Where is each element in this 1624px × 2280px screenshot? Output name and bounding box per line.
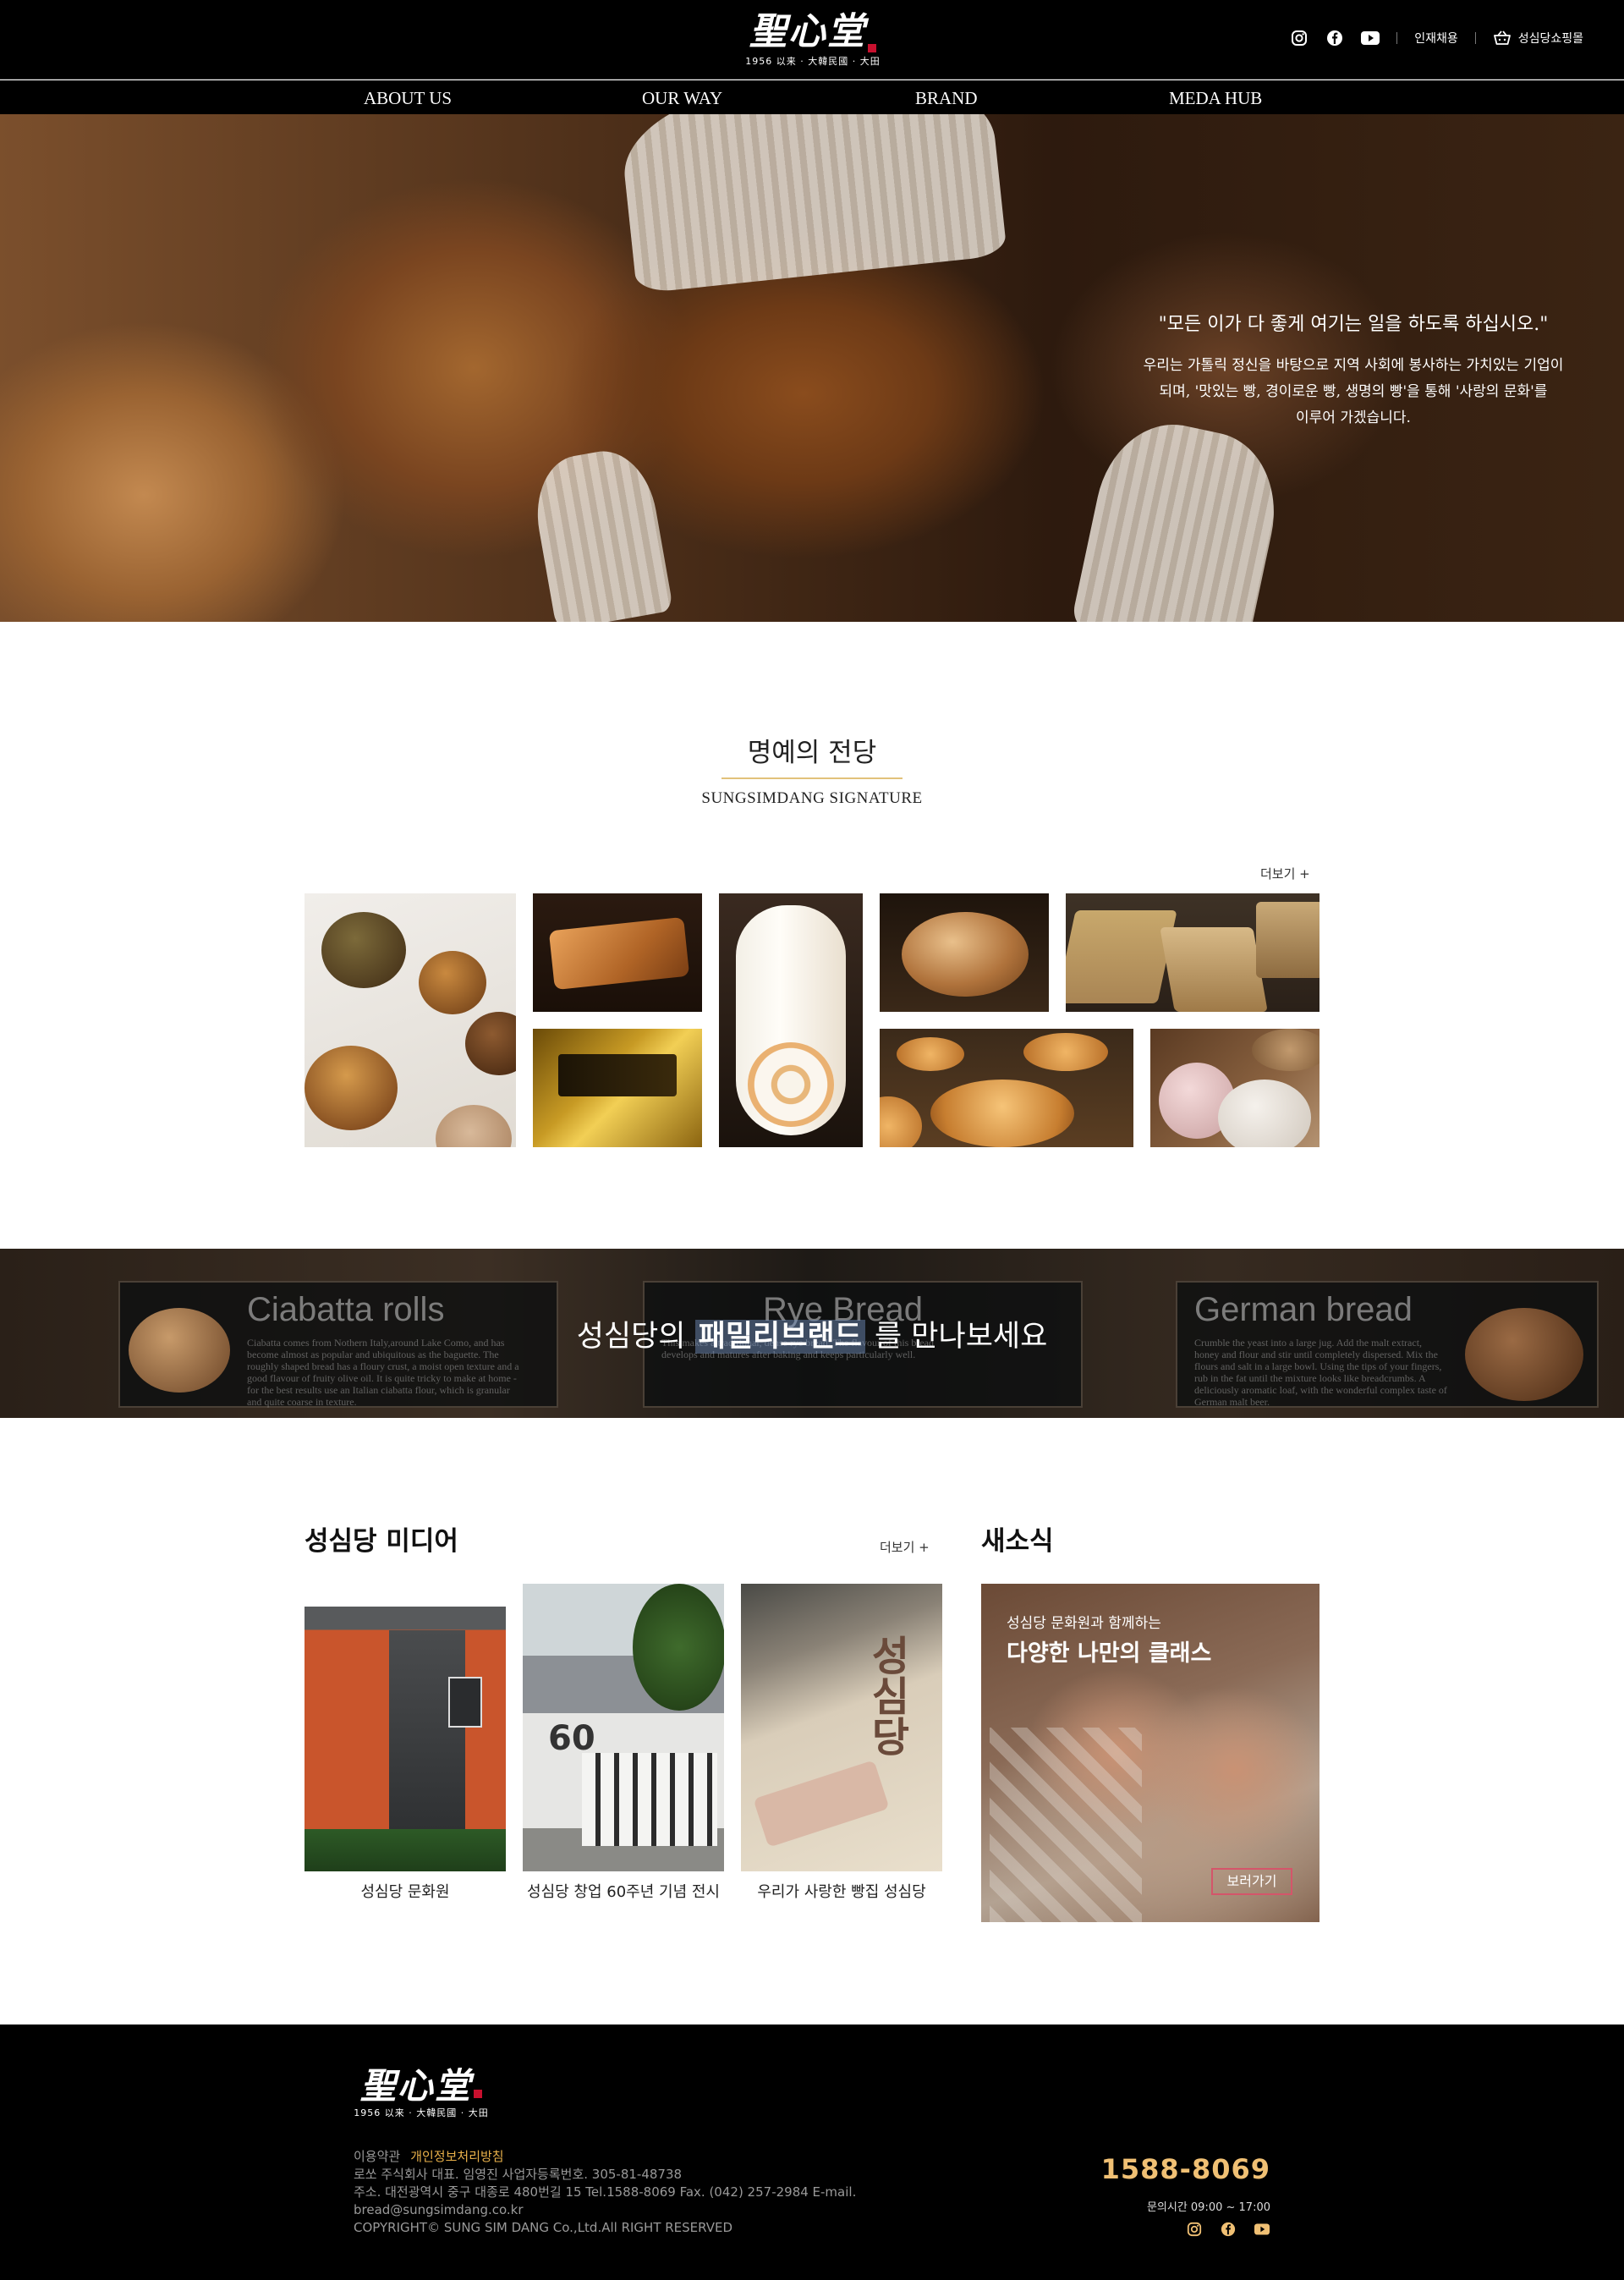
main-nav: ABOUT US OUR WAY BRAND MEDA HUB	[0, 80, 1624, 114]
youtube-icon[interactable]	[1361, 29, 1380, 47]
signature-tile-gold-box[interactable]	[533, 1029, 702, 1147]
shop-link[interactable]: 성심당쇼핑몰	[1493, 30, 1583, 47]
logo-mark[interactable]: 聖心堂	[749, 10, 866, 53]
family-brand-banner[interactable]: Ciabatta rolls Ciabatta comes from Nothe…	[0, 1249, 1624, 1418]
footer-links: 이용약관 개인정보처리방침	[354, 2148, 856, 2166]
footer-logo[interactable]: 聖心堂 1956 以来 · 大韓民國 · 大田	[354, 2067, 489, 2119]
instagram-icon[interactable]	[1186, 2221, 1203, 2238]
basket-icon	[1493, 30, 1511, 45]
privacy-policy-link[interactable]: 개인정보처리방침	[410, 2149, 503, 2164]
muffin-liner	[1070, 411, 1290, 622]
hero-quote: "모든 이가 다 좋게 여기는 일을 하도록 하십시오."	[1158, 314, 1549, 335]
facebook-icon[interactable]	[1325, 29, 1344, 47]
hero-body-line: 우리는 가톨릭 정신을 바탕으로 지역 사회에 봉사하는 가치있는 기업이	[1143, 357, 1564, 374]
signature-heading: 명예의 전당 SUNGSIMDANG SIGNATURE	[643, 731, 981, 808]
recruit-link[interactable]: 인재채용	[1414, 30, 1458, 47]
site-logo[interactable]: 聖心堂 1956 以来 · 大韓民國 · 大田	[741, 12, 885, 68]
footer-logo-since: 1956 以来 · 大韓民國 · 大田	[354, 2107, 489, 2118]
hero-body: 우리는 가톨릭 정신을 바탕으로 지역 사회에 봉사하는 가치있는 기업이 되며…	[1100, 353, 1607, 431]
media-more-link[interactable]: 더보기 +	[880, 1538, 930, 1556]
media-thumbnail-culture-center	[304, 1584, 506, 1871]
utility-menu: 인재채용 성심당쇼핑몰	[1290, 29, 1583, 47]
media-thumbnail-60th-exhibition: 60	[523, 1584, 724, 1871]
signature-tile-cake-slices[interactable]	[1066, 893, 1320, 1012]
facebook-icon[interactable]	[1220, 2221, 1237, 2238]
news-subtitle: 성심당 문화원과 함께하는	[1007, 1615, 1161, 1632]
footer-sns	[1186, 2221, 1270, 2238]
signature-tile-rice-cake[interactable]	[1150, 1029, 1320, 1147]
signature-tile-soboro[interactable]	[304, 893, 516, 1147]
footer-logo-mark[interactable]: 聖心堂	[360, 2065, 472, 2107]
muffin-liner	[527, 443, 674, 622]
nav-media-hub[interactable]: MEDA HUB	[1169, 88, 1262, 109]
footer: 聖心堂 1956 以来 · 大韓民國 · 大田 이용약관 개인정보처리방침 로쏘 …	[0, 2025, 1624, 2280]
media-section-title: 성심당 미디어	[304, 1526, 458, 1557]
news-card[interactable]: 성심당 문화원과 함께하는 다양한 나만의 클래스 보러가기	[981, 1584, 1320, 1922]
media-caption: 성심당 창업 60주년 기념 전시	[527, 1883, 720, 1901]
email-link[interactable]: bread@sungsimdang.co.kr	[354, 2201, 856, 2219]
cta-text: 를 만나보세요	[864, 1320, 1048, 1354]
nav-brand[interactable]: BRAND	[915, 88, 978, 109]
signature-title: 명예의 전당	[747, 738, 877, 768]
footer-hours: 문의시간 09:00 ~ 17:00	[1146, 2201, 1270, 2214]
signature-tile-pie[interactable]	[533, 893, 702, 1012]
utility-divider	[1396, 32, 1398, 44]
cta-highlight: 패밀리브랜드	[694, 1320, 865, 1354]
title-underline	[721, 777, 903, 779]
signature-tile-castella[interactable]	[880, 1029, 1133, 1147]
hero-banner: "모든 이가 다 좋게 여기는 일을 하도록 하십시오." 우리는 가톨릭 정신…	[0, 114, 1624, 622]
address-line: 주소. 대전광역시 중구 대종로 480번길 15 Tel.1588-8069 …	[354, 2184, 857, 2200]
terms-link[interactable]: 이용약관	[354, 2149, 400, 2164]
news-section-title: 새소식	[981, 1526, 1054, 1557]
signature-tile-bread-loaf[interactable]	[880, 893, 1049, 1012]
copyright: COPYRIGHT© SUNG SIM DANG Co.,Ltd.All RIG…	[354, 2220, 733, 2235]
nav-about-us[interactable]: ABOUT US	[364, 88, 452, 109]
media-card[interactable]: 60 성심당 창업 60주년 기념 전시	[523, 1584, 724, 1902]
cta-text: 성심당의	[576, 1320, 695, 1354]
news-view-button[interactable]: 보러가기	[1211, 1868, 1292, 1895]
news-headline: 다양한 나만의 클래스	[1007, 1640, 1212, 1667]
media-caption: 우리가 사랑한 빵집 성심당	[757, 1883, 926, 1901]
footer-phone[interactable]: 1588-8069	[1101, 2153, 1270, 2185]
muffin-liner	[617, 114, 1007, 294]
hero-body-line: 이루어 가겠습니다.	[1296, 409, 1411, 426]
signature-subtitle: SUNGSIMDANG SIGNATURE	[701, 789, 923, 807]
company-line: 로쏘 주식회사 대표. 임영진 사업자등록번호. 305-81-48738	[354, 2167, 683, 2182]
youtube-icon[interactable]	[1254, 2221, 1270, 2238]
instagram-icon[interactable]	[1290, 29, 1309, 47]
logo-seal	[474, 2090, 482, 2098]
hero-quote-block: "모든 이가 다 좋게 여기는 일을 하도록 하십시오." 우리는 가톨릭 정신…	[1100, 309, 1607, 431]
shop-link-label: 성심당쇼핑몰	[1517, 32, 1583, 46]
signature-more-link[interactable]: 더보기 +	[1260, 865, 1310, 882]
media-caption: 성심당 문화원	[360, 1883, 450, 1901]
family-brand-cta[interactable]: 성심당의 패밀리브랜드 를 만나보세요	[0, 1312, 1624, 1355]
hero-body-line: 되며, '맛있는 빵, 경이로운 빵, 생명의 빵'을 통해 '사랑의 문화'를	[1159, 383, 1548, 400]
top-header: 聖心堂 1956 以来 · 大韓民國 · 大田 인재채용 성심당쇼핑몰	[0, 0, 1624, 80]
signature-tile-roll-cake[interactable]	[719, 893, 863, 1147]
media-card[interactable]: 성심당 우리가 사랑한 빵집 성심당	[741, 1584, 942, 1902]
logo-seal	[868, 44, 876, 52]
utility-divider	[1474, 32, 1476, 44]
nav-our-way[interactable]: OUR WAY	[642, 88, 722, 109]
logo-since: 1956 以来 · 大韓民國 · 大田	[745, 56, 881, 67]
media-thumbnail-book: 성심당	[741, 1584, 942, 1871]
media-card[interactable]: 성심당 문화원	[304, 1584, 506, 1902]
footer-company-info: 이용약관 개인정보처리방침 로쏘 주식회사 대표. 임영진 사업자등록번호. 30…	[354, 2148, 856, 2237]
